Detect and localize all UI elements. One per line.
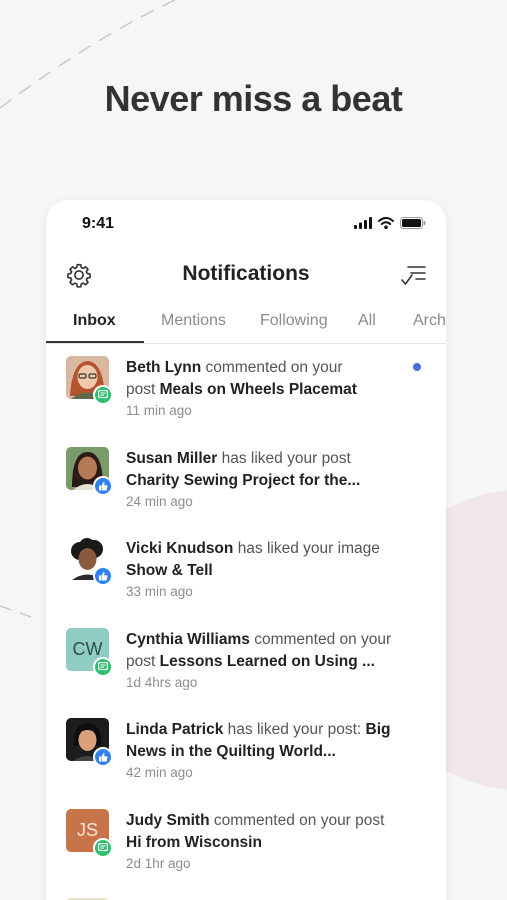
post-title: Lessons Learned on Using ... xyxy=(159,652,375,670)
timestamp: 33 min ago xyxy=(126,584,193,599)
thumbs-up-badge-icon xyxy=(93,566,113,586)
page-title: Notifications xyxy=(182,262,310,285)
action-text: has liked your image xyxy=(237,540,380,557)
headline: Never miss a beat xyxy=(104,78,403,119)
status-time: 9:41 xyxy=(82,215,115,232)
tab-inbox[interactable]: Inbox xyxy=(73,312,116,330)
notification-text: Linda Patrick has liked your post: Big N… xyxy=(126,719,416,763)
tab-active-indicator xyxy=(46,341,144,343)
checklist-icon[interactable] xyxy=(400,262,428,288)
wifi-icon xyxy=(378,217,394,229)
actor-name: Linda Patrick xyxy=(126,721,224,738)
thumbs-up-badge-icon xyxy=(93,747,113,767)
notification-item[interactable]: Susan Miller has liked your post Charity… xyxy=(46,435,446,526)
actor-name: Beth Lynn xyxy=(126,359,202,376)
battery-icon xyxy=(400,217,426,229)
navbar: Notifications xyxy=(46,258,446,292)
actor-name: Vicki Knudson xyxy=(126,540,234,557)
tab-archive[interactable]: Arch xyxy=(413,312,446,330)
comment-badge-icon xyxy=(93,656,113,677)
action-text: commented on your post xyxy=(213,811,385,829)
timestamp: 1d 4hrs ago xyxy=(126,674,198,690)
action-text: commented on your xyxy=(254,630,392,648)
tab-all[interactable]: All xyxy=(358,312,376,330)
tab-bar: Inbox Mentions Following All Arch xyxy=(46,300,446,344)
comment-badge-icon xyxy=(93,385,113,405)
unread-indicator xyxy=(413,363,421,371)
tab-mentions[interactable]: Mentions xyxy=(161,312,226,330)
actor-name: Cynthia Williams xyxy=(126,630,250,648)
action-text: has liked your post: xyxy=(227,721,362,738)
action-text: commented on your xyxy=(205,359,343,376)
comment-badge-icon xyxy=(93,837,113,858)
cellular-signal-icon xyxy=(354,217,372,229)
notification-item[interactable]: Beth Lynn commented on your post Meals o… xyxy=(46,344,446,435)
post-title: Meals on Wheels Placemat xyxy=(159,381,357,398)
action-text: has liked your post xyxy=(221,449,351,467)
timestamp: 42 min ago xyxy=(126,765,193,780)
notification-item[interactable]: CW Cynthia Williams commented on your po… xyxy=(46,616,446,707)
action-prefix: post xyxy=(126,652,156,670)
actor-name: Susan Miller xyxy=(126,449,218,467)
notification-item[interactable]: JS Judy Smith commented on your post Hi … xyxy=(46,797,446,888)
thumbs-up-badge-icon xyxy=(93,475,113,496)
status-icons xyxy=(354,217,426,229)
notification-text: Susan Miller has liked your post Charity… xyxy=(126,448,416,492)
post-title: Hi from Wisconsin xyxy=(126,833,262,851)
notification-text: Beth Lynn commented on your post Meals o… xyxy=(126,357,416,401)
timestamp: 2d 1hr ago xyxy=(126,855,191,871)
status-bar: 9:41 xyxy=(82,214,426,234)
timestamp: 24 min ago xyxy=(126,493,193,509)
post-title: Charity Sewing Project for the... xyxy=(126,471,361,489)
notification-text: Judy Smith commented on your post Hi fro… xyxy=(126,810,416,854)
notification-item[interactable]: Linda Patrick has liked your post: Big N… xyxy=(46,706,446,797)
notification-text: Cynthia Williams commented on your post … xyxy=(126,629,416,673)
notification-list: Beth Lynn commented on your post Meals o… xyxy=(46,344,446,887)
notification-text: Vicki Knudson has liked your image Show … xyxy=(126,538,416,582)
timestamp: 11 min ago xyxy=(126,403,192,418)
phone-screen: 9:41 Notifications Inbox Mentions Follow… xyxy=(46,200,446,900)
action-prefix: post xyxy=(126,381,156,398)
actor-name: Judy Smith xyxy=(126,811,210,829)
tab-following[interactable]: Following xyxy=(260,312,328,330)
notification-item[interactable]: Vicki Knudson has liked your image Show … xyxy=(46,525,446,616)
post-title: Show & Tell xyxy=(126,562,213,579)
